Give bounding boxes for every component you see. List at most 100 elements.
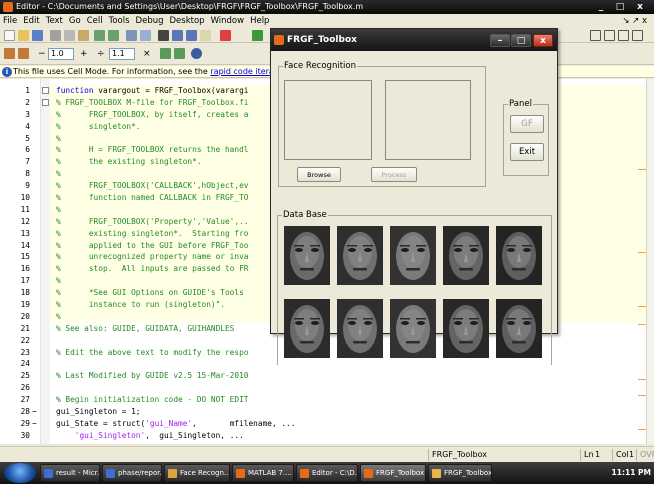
editor-title-bar[interactable]: Editor - C:\Documents and Settings\User\… [0, 0, 654, 14]
menu-cell[interactable]: Cell [84, 14, 106, 28]
menu-desktop[interactable]: Desktop [167, 14, 208, 28]
breakpoint-marker[interactable]: − [32, 418, 40, 430]
browse-button[interactable]: Browse [297, 167, 341, 182]
forward-arrow-icon[interactable] [186, 30, 197, 41]
vertical-scrollbar[interactable] [646, 79, 654, 444]
taskbar-button[interactable]: FRGF_Toolbox [360, 464, 426, 482]
gui-close-button[interactable]: x [533, 34, 553, 47]
print-icon[interactable] [126, 30, 137, 41]
split-horizontal-icon[interactable] [618, 30, 629, 41]
menu-window[interactable]: Window [208, 14, 248, 28]
exit-button[interactable]: Exit [510, 143, 544, 161]
taskbar-button[interactable]: Editor - C:\D... [296, 464, 358, 482]
new-file-icon[interactable] [4, 30, 15, 41]
warning-marker[interactable] [638, 306, 646, 307]
clock[interactable]: 11:11 PM [612, 468, 651, 477]
warning-marker[interactable] [638, 324, 646, 325]
code-token: % singleton*. [56, 121, 141, 131]
multiply-button[interactable]: × [143, 48, 151, 60]
line-number: 4 [25, 121, 30, 131]
warning-marker[interactable] [638, 169, 646, 170]
undo-icon[interactable] [94, 30, 105, 41]
function-icon[interactable] [200, 30, 211, 41]
code-token: % FRGF_TOOLBOX, by itself, creates a [56, 109, 249, 119]
multiply-value-field[interactable]: 1.1 [109, 48, 135, 60]
cell-mode-icon[interactable] [160, 48, 171, 59]
code-token: % FRGF_TOOLBOX('CALLBACK',hObject,ev [56, 181, 249, 191]
redo-icon[interactable] [108, 30, 119, 41]
zoom-icon[interactable] [191, 48, 202, 59]
cell-advance-icon[interactable] [18, 48, 29, 59]
gf-button[interactable]: GF [510, 115, 544, 133]
warning-marker[interactable] [638, 379, 646, 380]
editor-title: Editor - C:\Documents and Settings\User\… [16, 2, 364, 11]
cut-icon[interactable] [50, 30, 61, 41]
taskbar-button[interactable]: MATLAB 7.... [232, 464, 294, 482]
taskbar-button-label: phase/repor... [118, 469, 162, 477]
menu-tools[interactable]: Tools [106, 14, 133, 28]
gui-maximize-button[interactable]: □ [511, 34, 531, 47]
taskbar-button[interactable]: phase/repor... [102, 464, 162, 482]
save-icon[interactable] [32, 30, 43, 41]
binoculars-icon[interactable] [158, 30, 169, 41]
fold-toggle-icon[interactable] [42, 98, 49, 106]
code-line[interactable]: 29− gui_State = struct('gui_Name', mfilen… [0, 418, 646, 430]
copy-icon[interactable] [64, 30, 75, 41]
split-vertical-icon[interactable] [604, 30, 615, 41]
database-panel-title: Data Base [282, 210, 328, 221]
menu-go[interactable]: Go [66, 14, 84, 28]
menu-file[interactable]: File [0, 14, 20, 28]
minimize-button[interactable]: _ [593, 1, 609, 13]
matlab-icon [3, 2, 13, 12]
code-token: , mfilename, ... [192, 418, 296, 428]
code-token: % H = FRGF_TOOLBOX returns the handl [56, 145, 249, 155]
warning-marker[interactable] [638, 429, 646, 430]
code-token: 'gui_Singleton' [74, 430, 146, 440]
breakpoint-icon[interactable] [220, 30, 231, 41]
fold-toggle-icon[interactable] [42, 87, 49, 94]
paste-icon[interactable] [78, 30, 89, 41]
start-button[interactable] [4, 463, 36, 483]
code-token: % [56, 133, 61, 143]
process-button[interactable]: Process [371, 167, 417, 182]
gui-title-bar[interactable]: FRGF_Toolbox – □ x [271, 29, 557, 51]
tile-icon[interactable] [590, 30, 601, 41]
menu-debug[interactable]: Debug [133, 14, 167, 28]
code-line[interactable]: 31 'gui_OpeningFcn', @FRGF_Toolbox_Openi… [0, 442, 646, 444]
warning-marker[interactable] [638, 395, 646, 396]
open-folder-icon[interactable] [18, 30, 29, 41]
increment-button[interactable]: + [80, 48, 88, 60]
run-icon[interactable] [252, 30, 263, 41]
code-line[interactable]: 28− gui_Singleton = 1; [0, 406, 646, 418]
code-line[interactable]: 30 'gui_Singleton', gui_Singleton, ... [0, 430, 646, 442]
dock-controls[interactable]: ↘ ↗ x [619, 14, 650, 28]
gui-minimize-button[interactable]: – [490, 34, 510, 47]
cell-mode-off-icon[interactable] [174, 48, 185, 59]
maximize-button[interactable]: □ [612, 1, 628, 13]
float-icon[interactable] [632, 30, 643, 41]
divide-button[interactable]: ÷ [97, 48, 105, 60]
line-number: 20 [20, 311, 30, 321]
frgf-toolbox-window: FRGF_Toolbox – □ x Face Recognition Brow… [270, 28, 558, 365]
taskbar-button[interactable]: Face Recogn... [164, 464, 230, 482]
taskbar-button[interactable]: result - Micr... [40, 464, 100, 482]
back-arrow-icon[interactable] [172, 30, 183, 41]
breakpoint-marker[interactable]: − [32, 406, 40, 418]
control-panel: Panel GF Exit [503, 99, 549, 176]
menu-text[interactable]: Text [43, 14, 66, 28]
code-token: % existing singleton*. Starting fro [56, 228, 249, 238]
close-button[interactable]: x [632, 1, 648, 13]
app-icon [236, 469, 245, 478]
decrement-button[interactable]: − [38, 48, 46, 60]
menu-edit[interactable]: Edit [20, 14, 42, 28]
code-line[interactable]: 25 % Last Modified by GUIDE v2.5 15-Mar-2… [0, 370, 646, 382]
menu-help[interactable]: Help [247, 14, 272, 28]
increment-value-field[interactable]: 1.0 [48, 48, 74, 60]
cell-eval-icon[interactable] [4, 48, 15, 59]
code-text: % FRGF_TOOLBOX('CALLBACK',hObject,ev [56, 180, 248, 192]
warning-marker[interactable] [638, 252, 646, 253]
find-icon[interactable] [140, 30, 151, 41]
code-line[interactable]: 27 % Begin initialization code - DO NOT E… [0, 394, 646, 406]
taskbar-button[interactable]: FRGF_Toolbox [428, 464, 492, 482]
code-line[interactable]: 26 [0, 382, 646, 394]
